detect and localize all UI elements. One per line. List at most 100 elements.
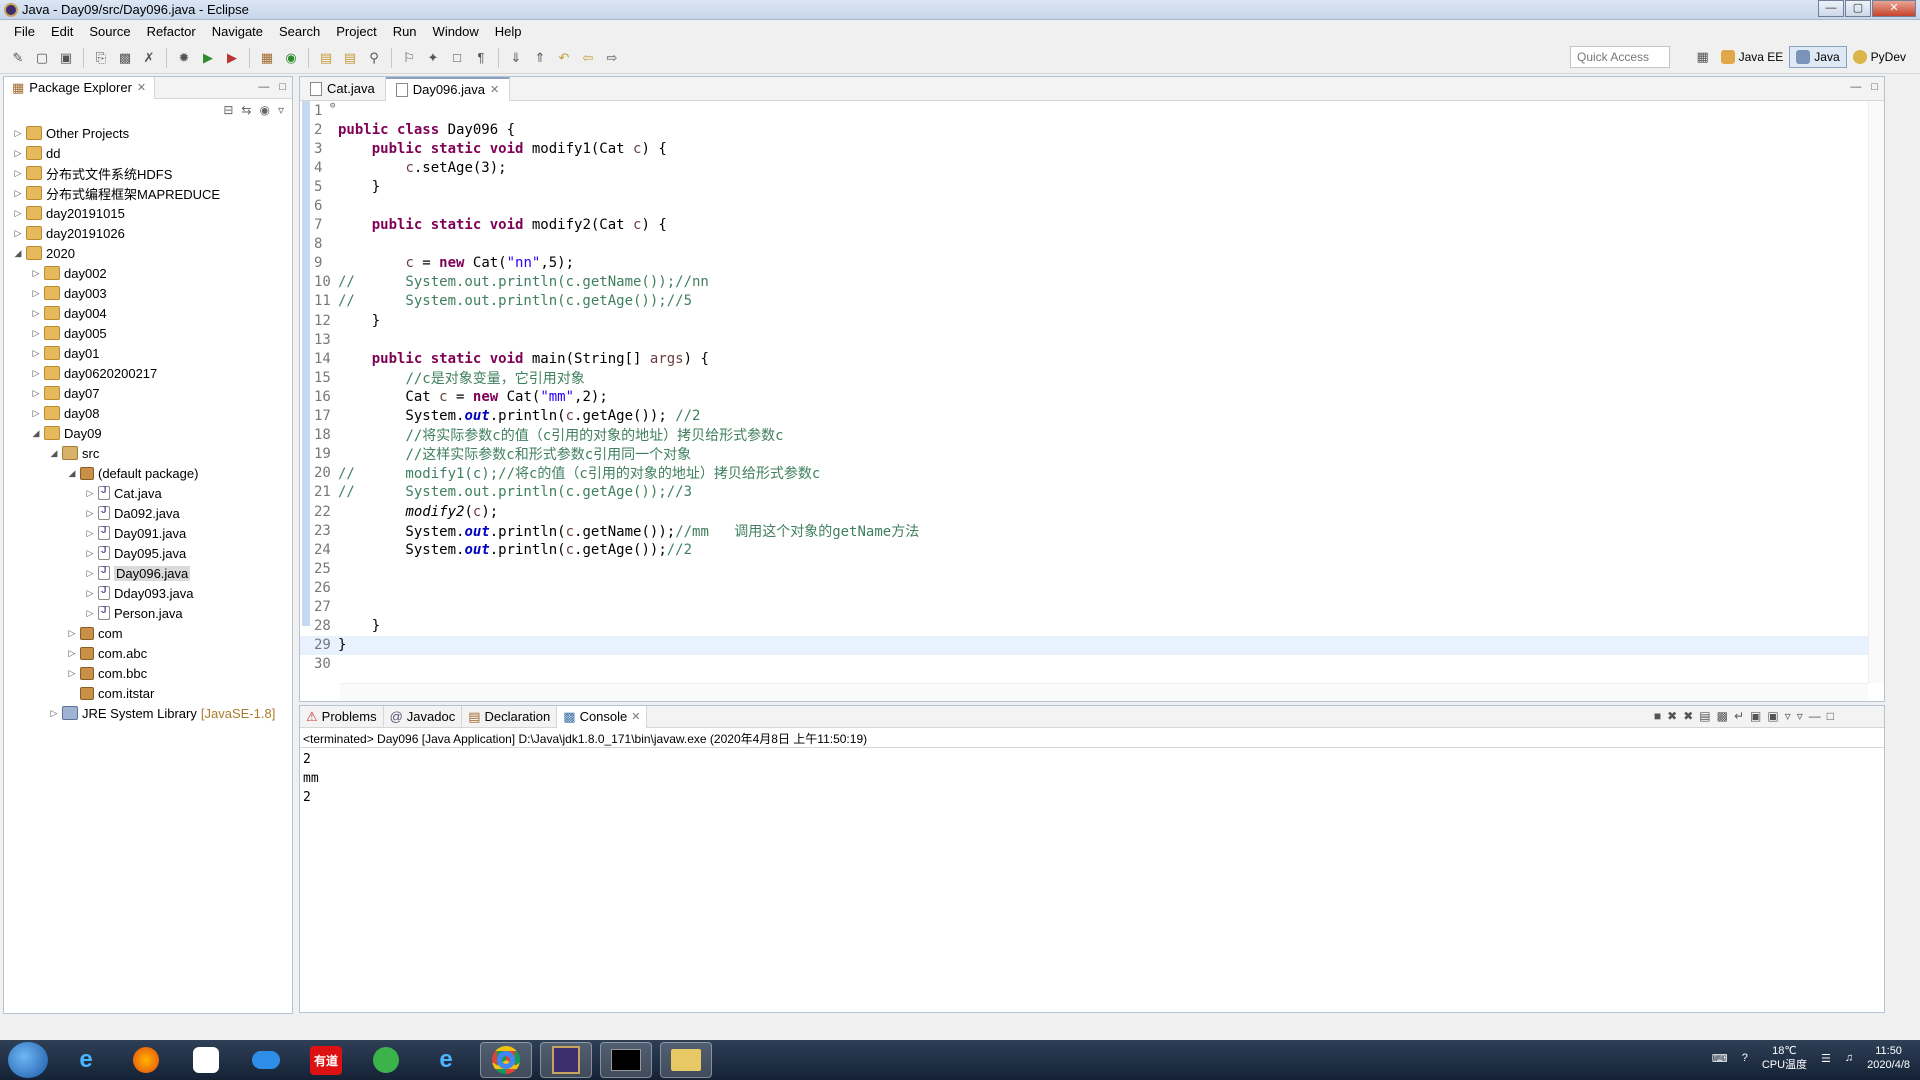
cloud-icon[interactable] (240, 1042, 292, 1078)
tree-item[interactable]: ▷ com (4, 623, 292, 643)
menu-refactor[interactable]: Refactor (139, 24, 204, 39)
open-type-icon[interactable]: ▤ (316, 48, 336, 68)
code-line[interactable]: 15 //c是对象变量，它引用对象 (300, 368, 1868, 387)
tree-item[interactable]: ▷ day01 (4, 343, 292, 363)
block-selection-icon[interactable]: □ (447, 48, 467, 68)
code-line[interactable]: 20 // modify1(c);//将c的值（c引用的对象的地址）拷贝给形式参数… (300, 464, 1868, 483)
open-perspective-icon[interactable]: ▦ (1693, 47, 1713, 67)
external-tools-icon[interactable]: ▶ (222, 48, 242, 68)
tree-item[interactable]: ▷ day003 (4, 283, 292, 303)
collapsed-arrow-icon[interactable]: ▷ (30, 268, 42, 279)
view-menu-icon[interactable]: ▿ (278, 103, 284, 117)
perspective-pydev[interactable]: PyDev (1847, 46, 1912, 68)
editor-vertical-scrollbar[interactable] (1868, 101, 1884, 683)
cmd-icon[interactable] (600, 1042, 652, 1078)
expanded-arrow-icon[interactable]: ◢ (66, 468, 78, 479)
clear-console-icon[interactable]: ▤ (1699, 709, 1710, 723)
tree-item[interactable]: ▷ 分布式文件系统HDFS (4, 163, 292, 183)
tree-item[interactable]: ▷ Day091.java (4, 523, 292, 543)
collapsed-arrow-icon[interactable]: ▷ (84, 588, 96, 599)
keyboard-icon[interactable]: ⌨ (1712, 1052, 1728, 1065)
code-line[interactable]: 26 (300, 578, 1868, 597)
collapsed-arrow-icon[interactable]: ▷ (48, 708, 60, 719)
skip-breakpoints-icon[interactable]: ✗ (139, 48, 159, 68)
code-line[interactable]: 8 (300, 235, 1868, 254)
display-console-icon[interactable]: ▿ (1797, 709, 1803, 723)
collapsed-arrow-icon[interactable]: ▷ (12, 228, 24, 239)
expanded-arrow-icon[interactable]: ◢ (48, 448, 60, 459)
editor-tab-cat[interactable]: Cat.java (300, 76, 386, 101)
tree-item[interactable]: ▷ dd (4, 143, 292, 163)
code-line[interactable]: 1 (300, 101, 1868, 120)
save-icon[interactable]: ▢ (32, 48, 52, 68)
collapsed-arrow-icon[interactable]: ▷ (30, 288, 42, 299)
close-icon[interactable]: ✕ (137, 81, 146, 94)
forward-icon[interactable]: ⇨ (602, 48, 622, 68)
tab-problems[interactable]: ⚠ Problems (300, 705, 384, 728)
toggle-mark-icon[interactable]: ⚐ (399, 48, 419, 68)
code-line[interactable]: 11 // System.out.println(c.getAge());//5 (300, 292, 1868, 311)
collapsed-arrow-icon[interactable]: ▷ (30, 308, 42, 319)
console-output[interactable]: 2 mm 2 (300, 748, 1884, 813)
help-icon[interactable]: ? (1742, 1052, 1748, 1064)
collapsed-arrow-icon[interactable]: ▷ (66, 628, 78, 639)
code-line[interactable]: 16 Cat c = new Cat("mm",2); (300, 387, 1868, 406)
pin-console-icon[interactable]: ▣ (1767, 709, 1778, 723)
tree-item[interactable]: ◢ Day09 (4, 423, 292, 443)
code-line[interactable]: 12 } (300, 311, 1868, 330)
green-app-icon[interactable] (360, 1042, 412, 1078)
collapsed-arrow-icon[interactable]: ▷ (84, 488, 96, 499)
save-all-icon[interactable]: ▣ (56, 48, 76, 68)
code-line[interactable]: 23 System.out.println(c.getName());//mm … (300, 521, 1868, 540)
youdao-icon[interactable]: 有道 (300, 1042, 352, 1078)
collapsed-arrow-icon[interactable]: ▷ (12, 188, 24, 199)
code-line[interactable]: 3 ⊝ public static void modify1(Cat c) { (300, 101, 1868, 158)
menu-help[interactable]: Help (487, 24, 530, 39)
tree-item[interactable]: ▷ Cat.java (4, 483, 292, 503)
collapsed-arrow-icon[interactable]: ▷ (12, 168, 24, 179)
back-icon[interactable]: ⇦ (578, 48, 598, 68)
code-line[interactable]: 10 // System.out.println(c.getName());//n… (300, 273, 1868, 292)
code-line[interactable]: 14 ⊝ public static void main(String[] arg… (300, 101, 1868, 368)
code-line[interactable]: 5 } (300, 177, 1868, 196)
tree-item[interactable]: ▷ Da092.java (4, 503, 292, 523)
maximize-view-icon[interactable]: □ (1827, 709, 1834, 723)
tab-package-explorer[interactable]: ▦ Package Explorer ✕ (4, 76, 156, 99)
ie-icon[interactable]: e (60, 1042, 112, 1078)
tree-item[interactable]: ◢ 2020 (4, 243, 292, 263)
open-console-icon[interactable]: ▿ (1785, 709, 1791, 723)
editor-horizontal-scrollbar[interactable] (340, 683, 1868, 701)
tree-item[interactable]: ▷ Dday093.java (4, 583, 292, 603)
tree-item[interactable]: ◢ (default package) (4, 463, 292, 483)
collapse-all-icon[interactable]: ⊟ (223, 103, 233, 117)
collapsed-arrow-icon[interactable]: ▷ (84, 548, 96, 559)
code-line[interactable]: 4 c.setAge(3); (300, 158, 1868, 177)
code-line[interactable]: 29} (300, 635, 1868, 655)
open-folder-icon[interactable]: ▤ (340, 48, 360, 68)
fold-toggle-icon[interactable]: ⊝ (330, 101, 335, 111)
collapsed-arrow-icon[interactable]: ▷ (30, 348, 42, 359)
perspective-java-ee[interactable]: Java EE (1715, 46, 1790, 68)
menu-navigate[interactable]: Navigate (204, 24, 271, 39)
menu-file[interactable]: File (6, 24, 43, 39)
tab-console[interactable]: ▩ Console ✕ (557, 705, 648, 728)
new-icon[interactable]: ✎ (8, 48, 28, 68)
tree-item[interactable]: ▷ day004 (4, 303, 292, 323)
collapsed-arrow-icon[interactable]: ▷ (84, 608, 96, 619)
remove-all-icon[interactable]: ✖ (1683, 709, 1693, 723)
code-line[interactable]: 18 //将实际参数c的值（c引用的对象的地址）拷贝给形式参数c (300, 426, 1868, 445)
menu-window[interactable]: Window (425, 24, 487, 39)
tree-item[interactable]: ▷ day0620200217 (4, 363, 292, 383)
tree-item[interactable]: ▷ day20191015 (4, 203, 292, 223)
scroll-lock-icon[interactable]: ▩ (1717, 709, 1728, 723)
eclipse-taskbar-icon[interactable] (540, 1042, 592, 1078)
tree-item[interactable]: ▷ day07 (4, 383, 292, 403)
code-line[interactable]: 21 // System.out.println(c.getAge());//3 (300, 483, 1868, 502)
tree-item[interactable]: ◢ src (4, 443, 292, 463)
collapsed-arrow-icon[interactable]: ▷ (30, 328, 42, 339)
show-on-output-icon[interactable]: ▣ (1750, 709, 1761, 723)
maximize-button[interactable]: ▢ (1845, 0, 1871, 17)
chrome-icon[interactable] (480, 1042, 532, 1078)
debug-icon[interactable]: ✹ (174, 48, 194, 68)
menu-project[interactable]: Project (328, 24, 384, 39)
